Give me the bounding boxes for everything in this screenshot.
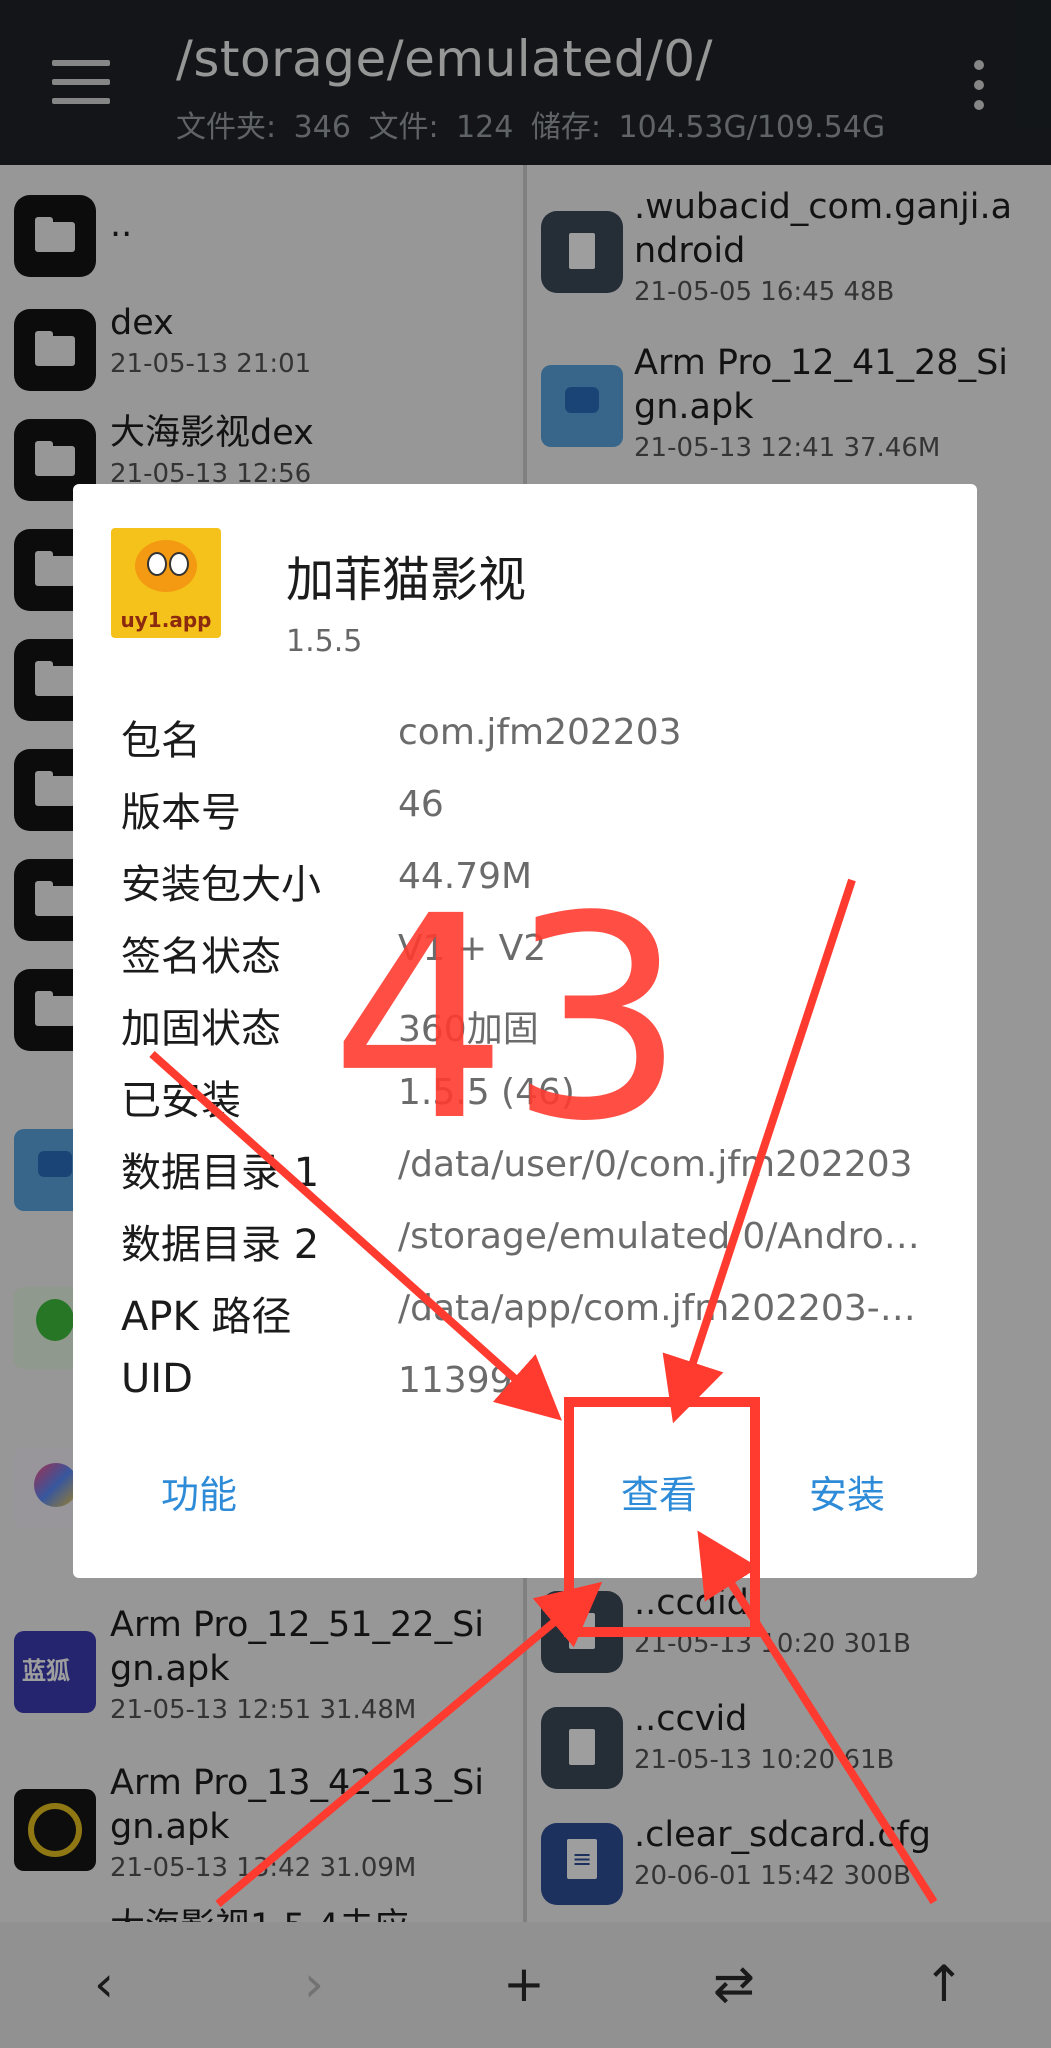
info-label: 加固状态 <box>121 1006 281 1052</box>
info-label: 数据目录 2 <box>121 1222 320 1268</box>
info-label: 安装包大小 <box>121 862 321 908</box>
garfield-app-icon: uy1.app <box>111 528 221 638</box>
install-button[interactable]: 安装 <box>809 1464 885 1519</box>
info-value[interactable]: /data/app/com.jfm202203-… <box>398 1288 928 1329</box>
info-label: UID <box>121 1356 193 1402</box>
info-value: com.jfm202203 <box>398 712 682 753</box>
view-button[interactable]: 查看 <box>621 1464 697 1519</box>
info-value[interactable]: /storage/emulated/0/Andro… <box>398 1216 928 1257</box>
info-label: 数据目录 1 <box>121 1150 320 1196</box>
info-label: APK 路径 <box>121 1294 292 1340</box>
app-name: 加菲猫影视 <box>286 552 527 608</box>
info-label: 版本号 <box>121 790 241 836</box>
annotation-number: 43 <box>330 857 687 1183</box>
info-value: 46 <box>398 784 444 825</box>
app-icon-label: uy1.app <box>120 608 212 632</box>
app-version: 1.5.5 <box>286 624 363 659</box>
info-label: 已安装 <box>121 1078 241 1124</box>
info-value: 11399 <box>398 1360 513 1401</box>
info-label: 签名状态 <box>121 934 281 980</box>
info-label: 包名 <box>121 718 201 764</box>
function-button[interactable]: 功能 <box>161 1464 237 1519</box>
